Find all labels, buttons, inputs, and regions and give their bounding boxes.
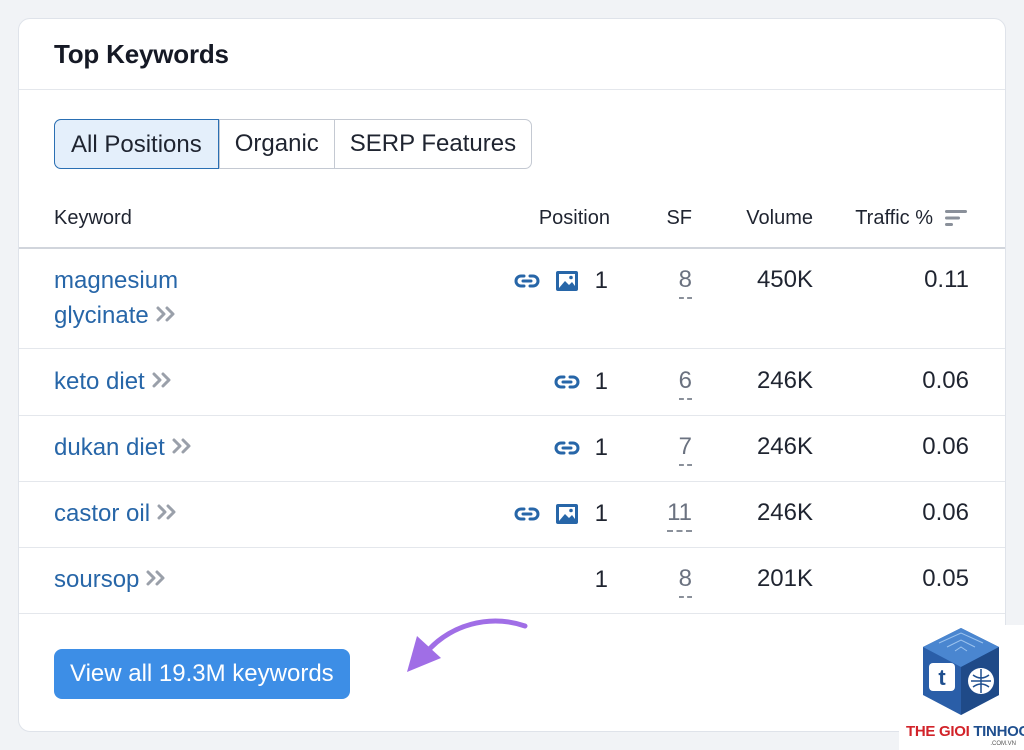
volume-value: 201K <box>756 565 813 592</box>
position-cell: 1 <box>541 368 608 396</box>
view-all-keywords-button[interactable]: View all 19.3M keywords <box>54 649 350 699</box>
traffic-value: 0.06 <box>922 433 969 460</box>
table-row: dukan diet 1 7 246K 0.06 <box>19 416 1005 482</box>
sort-descending-icon[interactable] <box>945 209 967 227</box>
volume-value: 246K <box>756 499 813 526</box>
traffic-value: 0.06 <box>922 499 969 526</box>
traffic-value: 0.06 <box>922 367 969 394</box>
sf-count[interactable]: 8 <box>678 562 692 598</box>
link-icon[interactable] <box>513 500 541 528</box>
watermark-domain-text: .COM.VN <box>990 741 1016 747</box>
keyword-link[interactable]: keto diet <box>54 364 175 400</box>
svg-text:t: t <box>938 665 946 690</box>
column-header-sf[interactable]: SF <box>666 207 692 230</box>
traffic-value: 0.05 <box>922 565 969 592</box>
position-value: 1 <box>594 434 608 461</box>
position-cell: 1 <box>501 267 608 295</box>
chevron-double-right-icon[interactable] <box>171 431 195 466</box>
cube-logo-icon: t <box>923 628 999 715</box>
tab-serp-features[interactable]: SERP Features <box>333 120 531 168</box>
keyword-link[interactable]: soursop <box>54 562 169 598</box>
callout-arrow-icon <box>407 618 528 672</box>
sf-count[interactable]: 6 <box>678 364 692 400</box>
watermark-logo: t THE GIOI TINHOC .COM.VN <box>899 625 1024 750</box>
watermark-brand-text: THE GIOI TINHOC <box>906 723 1024 740</box>
chevron-double-right-icon[interactable] <box>145 563 169 598</box>
position-filter-tabs: All Positions Organic SERP Features <box>54 119 533 169</box>
image-icon[interactable] <box>553 500 581 528</box>
position-value: 1 <box>594 500 608 527</box>
image-icon[interactable] <box>553 267 581 295</box>
link-icon[interactable] <box>553 368 581 396</box>
keyword-link[interactable]: dukan diet <box>54 430 195 466</box>
top-keywords-card: Top Keywords All Positions Organic SERP … <box>18 18 1006 732</box>
column-header-keyword[interactable]: Keyword <box>54 207 132 230</box>
volume-value: 246K <box>756 367 813 394</box>
link-icon[interactable] <box>513 267 541 295</box>
column-header-position[interactable]: Position <box>539 207 610 230</box>
column-header-volume[interactable]: Volume <box>746 207 813 230</box>
column-header-traffic[interactable]: Traffic % <box>855 207 933 230</box>
table-row: soursop 1 8 201K 0.05 <box>19 548 1005 614</box>
position-value: 1 <box>594 566 608 593</box>
table-header: Keyword Position SF Volume Traffic % <box>19 199 1005 247</box>
chevron-double-right-icon[interactable] <box>156 497 180 532</box>
volume-value: 246K <box>756 433 813 460</box>
sf-count[interactable]: 11 <box>667 496 692 532</box>
tab-organic[interactable]: Organic <box>218 120 334 168</box>
position-value: 1 <box>594 267 608 294</box>
sf-count[interactable]: 8 <box>678 263 692 299</box>
table-row: castor oil 1 11 246K 0.06 <box>19 482 1005 548</box>
volume-value: 450K <box>756 266 813 293</box>
title-divider <box>19 89 1005 90</box>
chevron-double-right-icon[interactable] <box>155 299 179 334</box>
position-cell: 1 <box>541 434 608 462</box>
chevron-double-right-icon[interactable] <box>151 365 175 400</box>
keyword-link[interactable]: castor oil <box>54 496 180 532</box>
link-icon[interactable] <box>553 434 581 462</box>
sf-count[interactable]: 7 <box>678 430 692 466</box>
table-row: magnesium glycinate 1 8 450K 0.11 <box>19 249 1005 349</box>
table-row: keto diet 1 6 246K 0.06 <box>19 350 1005 416</box>
card-title: Top Keywords <box>54 39 229 69</box>
tab-all-positions[interactable]: All Positions <box>54 119 219 169</box>
keyword-link[interactable]: magnesium glycinate <box>54 263 214 334</box>
position-cell: 1 <box>501 500 608 528</box>
traffic-value: 0.11 <box>924 266 969 293</box>
position-value: 1 <box>594 368 608 395</box>
position-cell: 1 <box>581 566 608 594</box>
